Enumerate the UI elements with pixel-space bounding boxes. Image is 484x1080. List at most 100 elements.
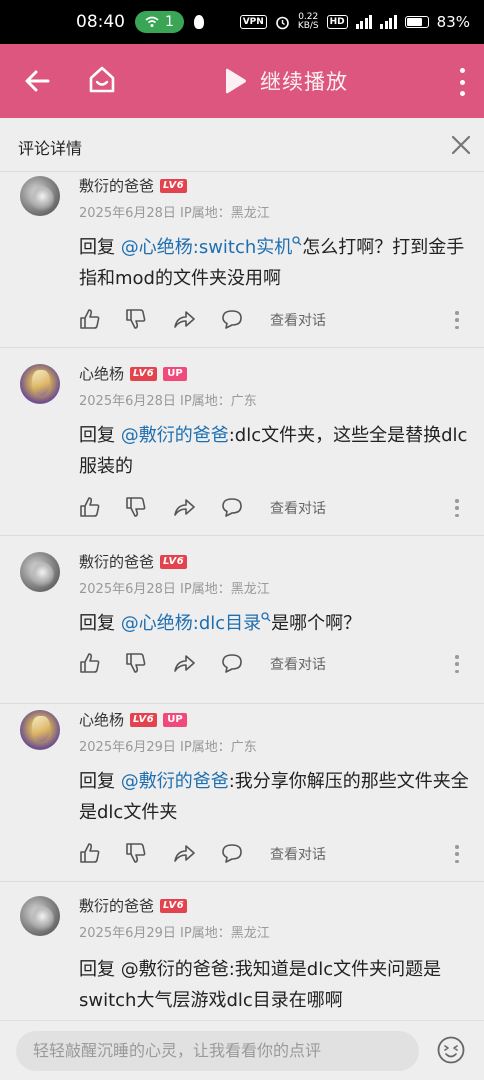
comment-text: 回复 @心绝杨:switch实机 怎么打啊？打到金手指和mod的文件夹没用啊 bbox=[79, 232, 471, 294]
comment-location: IP属地：黑龙江 bbox=[180, 926, 270, 941]
level-badge: LV6 bbox=[160, 898, 188, 913]
comment-item: 敷衍的爸爸 LV6 2025年6月28日 IP属地：黑龙江 回复 @心绝杨:dl… bbox=[0, 536, 484, 704]
close-icon[interactable] bbox=[450, 134, 472, 156]
comment-actions: 查看对话 bbox=[79, 842, 471, 866]
continue-play-button[interactable]: 继续播放 bbox=[222, 66, 348, 96]
avatar[interactable] bbox=[20, 364, 60, 404]
username[interactable]: 心绝杨 bbox=[79, 363, 124, 384]
more-icon[interactable] bbox=[455, 311, 459, 329]
mention-link[interactable]: @心绝杨 bbox=[121, 613, 193, 634]
view-conversation-link[interactable]: 查看对话 bbox=[270, 310, 326, 330]
share-icon[interactable] bbox=[173, 652, 195, 674]
level-badge: LV6 bbox=[160, 554, 188, 569]
status-time: 08:40 bbox=[76, 12, 125, 32]
thumbs-up-icon[interactable] bbox=[79, 842, 101, 864]
comment-date: 2025年6月28日 bbox=[79, 206, 176, 221]
panel-title: 评论详情 bbox=[18, 139, 83, 158]
alarm-icon bbox=[276, 16, 289, 29]
comment-location: IP属地：广东 bbox=[180, 394, 257, 409]
comment-text: 回复 @心绝杨:dlc目录 是哪个啊？ bbox=[79, 608, 471, 639]
comment-meta: 2025年6月28日 IP属地：广东 bbox=[79, 390, 257, 409]
more-icon[interactable] bbox=[455, 655, 459, 673]
up-badge: UP bbox=[163, 712, 187, 727]
mention-link[interactable]: @敷衍的爸爸 bbox=[121, 771, 229, 792]
thumbs-down-icon[interactable] bbox=[125, 652, 147, 674]
username[interactable]: 敷衍的爸爸 bbox=[79, 895, 154, 916]
comment-icon[interactable] bbox=[221, 496, 243, 518]
comment-icon[interactable] bbox=[221, 652, 243, 674]
wifi-count: 1 bbox=[165, 14, 174, 30]
comment-list: 敷衍的爸爸 LV6 2025年6月28日 IP属地：黑龙江 回复 @心绝杨:sw… bbox=[0, 172, 484, 1020]
top-bar: 继续播放 bbox=[0, 44, 484, 118]
share-icon[interactable] bbox=[173, 842, 195, 864]
mention-link[interactable]: @敷衍的爸爸 bbox=[121, 425, 229, 446]
signal-5g-icon bbox=[355, 15, 373, 29]
signal-4g-icon bbox=[380, 15, 397, 29]
comment-icon[interactable] bbox=[221, 842, 243, 864]
hd-icon: HD bbox=[326, 15, 348, 29]
emoji-icon[interactable] bbox=[436, 1035, 466, 1065]
comment-actions: 查看对话 bbox=[79, 308, 471, 332]
keyword-search-link[interactable]: switch实机 bbox=[199, 237, 292, 258]
comment-item: 心绝杨 LV6 UP 2025年6月29日 IP属地：广东 回复 @敷衍的爸爸:… bbox=[0, 704, 484, 882]
keyword-search-link[interactable]: dlc目录 bbox=[199, 613, 261, 634]
battery-percent: 83% bbox=[436, 13, 470, 31]
reply-prefix: 回复 bbox=[79, 959, 115, 980]
vpn-icon: VPN bbox=[239, 15, 267, 29]
up-badge: UP bbox=[163, 366, 187, 381]
status-bar: 08:40 1 VPN 0.22 KB/S HD 83% bbox=[0, 0, 484, 44]
avatar[interactable] bbox=[20, 176, 60, 216]
thumbs-down-icon[interactable] bbox=[125, 842, 147, 864]
comment-actions: 查看对话 bbox=[79, 496, 471, 520]
reply-prefix: 回复 bbox=[79, 237, 115, 258]
play-icon bbox=[226, 68, 246, 94]
speed-unit: KB/S bbox=[297, 21, 319, 31]
thumbs-down-icon[interactable] bbox=[125, 496, 147, 518]
comment-date: 2025年6月29日 bbox=[79, 740, 176, 755]
home-icon[interactable] bbox=[86, 64, 118, 96]
notification-icon bbox=[193, 15, 204, 29]
comment-date: 2025年6月29日 bbox=[79, 926, 176, 941]
level-badge: LV6 bbox=[130, 712, 158, 727]
view-conversation-link[interactable]: 查看对话 bbox=[270, 844, 326, 864]
reply-prefix: 回复 bbox=[79, 613, 115, 634]
comment-input[interactable]: 轻轻敲醒沉睡的心灵，让我看看你的点评 bbox=[16, 1031, 419, 1071]
share-icon[interactable] bbox=[173, 308, 195, 330]
comment-meta: 2025年6月28日 IP属地：黑龙江 bbox=[79, 202, 270, 221]
network-speed: 0.22 KB/S bbox=[298, 13, 319, 31]
more-icon[interactable] bbox=[455, 845, 459, 863]
mention-link[interactable]: @心绝杨 bbox=[121, 237, 193, 258]
comment-text: 回复 @敷衍的爸爸:我知道是dlc文件夹问题是switch大气层游戏dlc目录在… bbox=[79, 954, 471, 1016]
more-options-icon[interactable] bbox=[458, 68, 466, 96]
avatar[interactable] bbox=[20, 710, 60, 750]
comment-location: IP属地：黑龙江 bbox=[180, 206, 270, 221]
wifi-hotspot-indicator: 1 bbox=[135, 11, 184, 33]
comment-item: 敷衍的爸爸 LV6 2025年6月28日 IP属地：黑龙江 回复 @心绝杨:sw… bbox=[0, 172, 484, 348]
comment-text: 回复 @敷衍的爸爸:dlc文件夹，这些全是替换dlc服装的 bbox=[79, 420, 471, 482]
username[interactable]: 敷衍的爸爸 bbox=[79, 175, 154, 196]
continue-play-label: 继续播放 bbox=[260, 70, 348, 94]
reply-prefix: 回复 bbox=[79, 771, 115, 792]
thumbs-up-icon[interactable] bbox=[79, 308, 101, 330]
share-icon[interactable] bbox=[173, 496, 195, 518]
username[interactable]: 敷衍的爸爸 bbox=[79, 551, 154, 572]
battery-icon bbox=[404, 16, 429, 28]
thumbs-up-icon[interactable] bbox=[79, 652, 101, 674]
view-conversation-link[interactable]: 查看对话 bbox=[270, 498, 326, 518]
comment-icon[interactable] bbox=[221, 308, 243, 330]
wifi-icon bbox=[145, 16, 159, 27]
reply-prefix: 回复 bbox=[79, 425, 115, 446]
comment-detail-header: 评论详情 bbox=[0, 118, 484, 172]
avatar[interactable] bbox=[20, 896, 60, 936]
thumbs-up-icon[interactable] bbox=[79, 496, 101, 518]
level-badge: LV6 bbox=[130, 366, 158, 381]
mention-text: @敷衍的爸爸 bbox=[120, 959, 229, 980]
username[interactable]: 心绝杨 bbox=[79, 709, 124, 730]
avatar[interactable] bbox=[20, 552, 60, 592]
comment-date: 2025年6月28日 bbox=[79, 394, 176, 409]
view-conversation-link[interactable]: 查看对话 bbox=[270, 654, 326, 674]
comment-meta: 2025年6月29日 IP属地：黑龙江 bbox=[79, 922, 270, 941]
more-icon[interactable] bbox=[455, 499, 459, 517]
back-arrow-icon[interactable] bbox=[22, 66, 52, 96]
thumbs-down-icon[interactable] bbox=[125, 308, 147, 330]
